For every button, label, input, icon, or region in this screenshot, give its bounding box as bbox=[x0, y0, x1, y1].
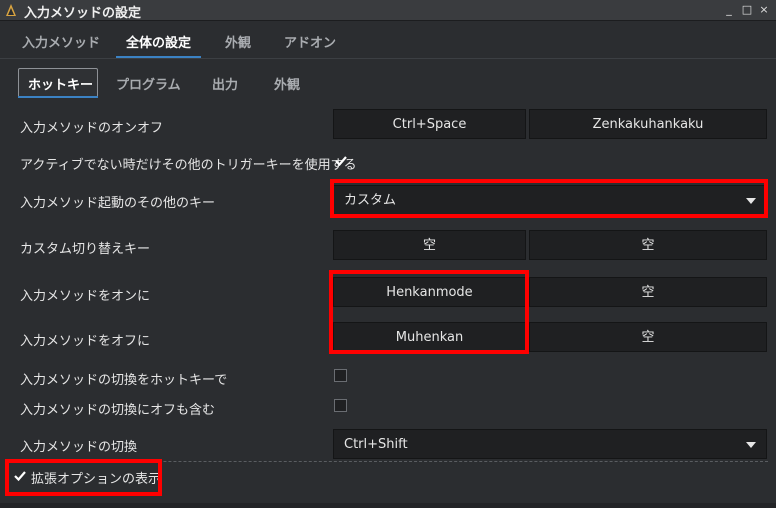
im-switch-combo[interactable]: Ctrl+Shift bbox=[333, 429, 767, 459]
chevron-down-icon bbox=[746, 442, 756, 448]
tab-global-settings-label: 全体の設定 bbox=[126, 36, 192, 51]
tab-active-indicator bbox=[116, 56, 202, 58]
tab-program[interactable]: プログラム bbox=[116, 74, 181, 93]
tab-hotkey[interactable]: ホットキー bbox=[28, 74, 93, 93]
window-bottom-edge bbox=[0, 503, 776, 508]
im-off-label: 入力メソッドをオフに bbox=[20, 334, 151, 349]
im-switch-label: 入力メソッドの切換 bbox=[20, 440, 138, 455]
top-tab-bar: 入力メソッド 全体の設定 外観 アドオン bbox=[0, 24, 776, 59]
highlight-box-other-keys bbox=[330, 179, 768, 218]
toggle-im-key1-button[interactable]: Ctrl+Space bbox=[333, 109, 526, 139]
switch-by-hotkey-label: 入力メソッドの切換をホットキーで bbox=[20, 373, 228, 388]
custom-switch-label: カスタム切り替えキー bbox=[20, 242, 151, 257]
minimize-button[interactable]: _ bbox=[722, 3, 736, 17]
toggle-im-label: 入力メソッドのオンオフ bbox=[20, 121, 164, 136]
title-bar: 入力メソッドの設定 _ □ × bbox=[0, 0, 776, 21]
switch-by-hotkey-checkbox[interactable] bbox=[334, 369, 347, 382]
tab-appearance[interactable]: 外観 bbox=[225, 32, 251, 51]
switch-include-off-checkbox[interactable] bbox=[334, 399, 347, 412]
close-button[interactable]: × bbox=[757, 3, 771, 17]
tab-output[interactable]: 出力 bbox=[212, 74, 238, 93]
im-switch-value: Ctrl+Shift bbox=[344, 437, 408, 452]
tab-addons[interactable]: アドオン bbox=[284, 32, 336, 51]
other-activate-keys-label: 入力メソッド起動のその他のキー bbox=[20, 196, 216, 211]
fcitx-app-icon bbox=[6, 4, 16, 16]
switch-include-off-label: 入力メソッドの切換にオフも含む bbox=[20, 403, 216, 418]
trigger-only-inactive-checkbox[interactable] bbox=[334, 154, 348, 168]
im-off-key2-button[interactable]: 空 bbox=[529, 322, 767, 352]
custom-switch-key1-button[interactable]: 空 bbox=[333, 230, 526, 260]
tab-global-settings[interactable]: 全体の設定 bbox=[116, 32, 202, 58]
custom-switch-key2-button[interactable]: 空 bbox=[529, 230, 767, 260]
inner-tab-active-indicator bbox=[18, 96, 98, 98]
window-title: 入力メソッドの設定 bbox=[24, 6, 142, 21]
im-on-key2-button[interactable]: 空 bbox=[529, 277, 767, 307]
tab-input-method[interactable]: 入力メソッド bbox=[22, 32, 100, 51]
trigger-only-inactive-label: アクティブでない時だけその他のトリガーキーを使用する bbox=[20, 158, 357, 173]
im-on-label: 入力メソッドをオンに bbox=[20, 289, 151, 304]
highlight-box-on-off-keys bbox=[329, 270, 529, 354]
inner-tab-bar: ホットキー プログラム 出力 外観 bbox=[8, 64, 768, 100]
toggle-im-key2-button[interactable]: Zenkakuhankaku bbox=[529, 109, 767, 139]
tab-inner-appearance[interactable]: 外観 bbox=[274, 74, 300, 93]
maximize-button[interactable]: □ bbox=[740, 3, 754, 17]
highlight-box-advanced bbox=[5, 459, 162, 496]
